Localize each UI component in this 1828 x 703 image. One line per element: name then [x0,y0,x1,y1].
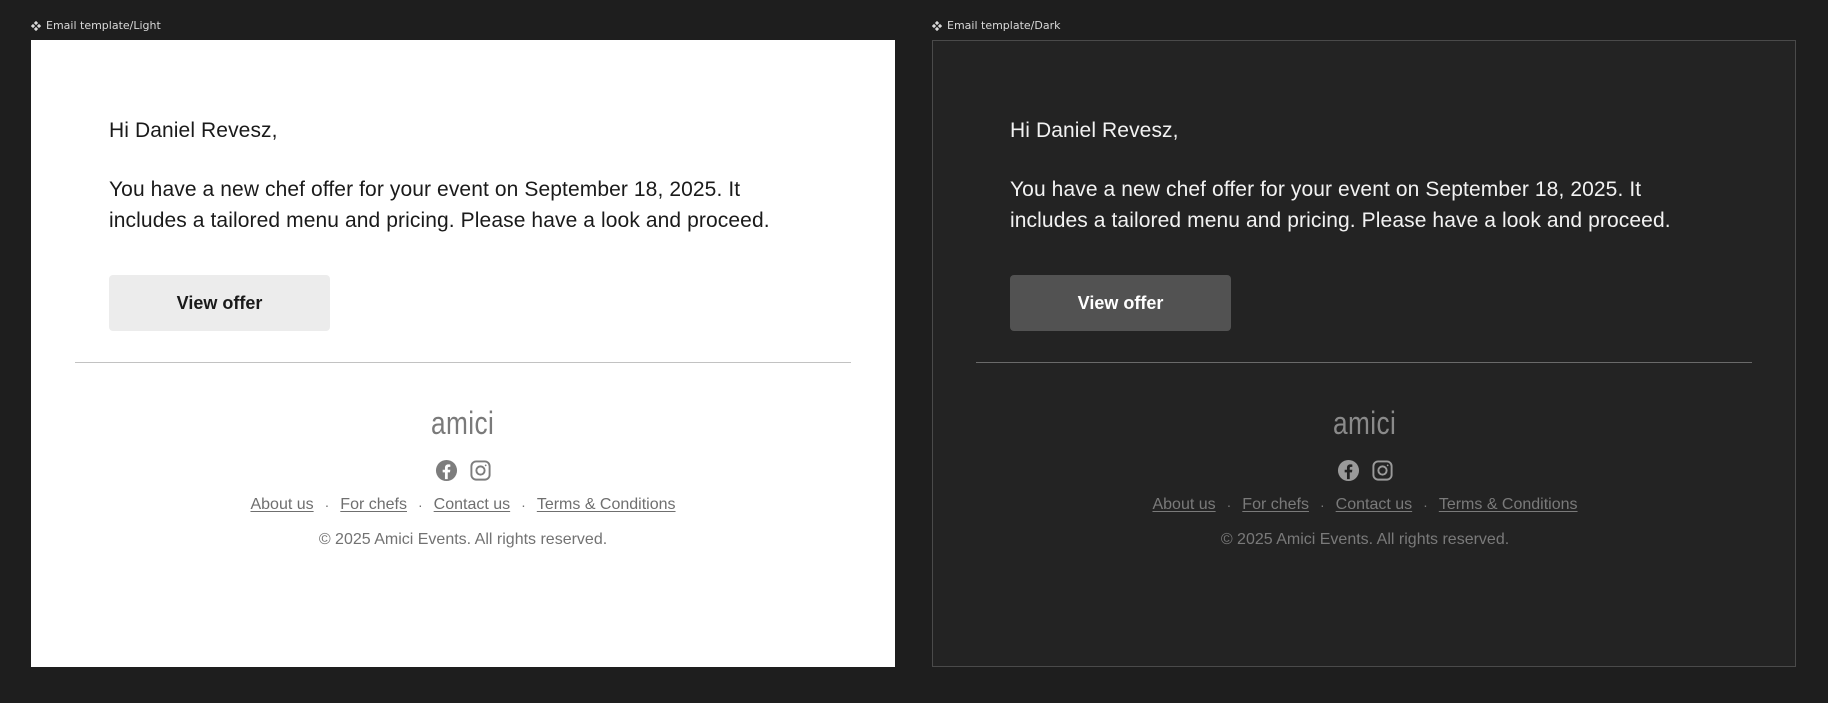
social-links [933,459,1797,482]
link-separator: · [1226,497,1232,513]
link-for-chefs[interactable]: For chefs [340,496,407,514]
link-separator: · [1423,497,1428,513]
divider [75,362,851,363]
component-icon [31,20,41,31]
email-body: Hi Daniel Revesz, You have a new chef of… [109,118,809,236]
message-text: You have a new chef offer for your event… [109,178,770,232]
link-terms[interactable]: Terms & Conditions [1439,496,1578,514]
link-contact-us[interactable]: Contact us [434,496,510,514]
view-offer-button[interactable]: View offer [1010,275,1231,331]
greeting-text: Hi Daniel Revesz, [1010,119,1179,142]
divider [976,362,1752,363]
instagram-icon[interactable] [469,459,492,482]
copyright-text: © 2025 Amici Events. All rights reserved… [1220,531,1510,548]
email-footer: amici About us · For chefs · Contact us … [31,405,895,549]
email-frame-light: Hi Daniel Revesz, You have a new chef of… [31,40,895,667]
greeting-text: Hi Daniel Revesz, [109,119,278,142]
email-footer: amici About us · For chefs · Contact us … [933,405,1797,549]
component-icon [932,20,942,31]
frame-label-text: Email template/Dark [947,19,1061,32]
social-links [31,459,895,482]
link-separator: · [521,497,526,513]
amici-logo: amici [1333,405,1397,441]
message-text: You have a new chef offer for your event… [1010,178,1671,232]
facebook-icon[interactable] [435,459,458,482]
email-body: Hi Daniel Revesz, You have a new chef of… [1010,118,1710,236]
link-contact-us[interactable]: Contact us [1336,496,1412,514]
copyright-text: © 2025 Amici Events. All rights reserved… [318,531,608,548]
frame-label-text: Email template/Light [46,19,161,32]
frame-label-dark[interactable]: Email template/Dark [932,19,1060,32]
email-frame-dark: Hi Daniel Revesz, You have a new chef of… [932,40,1796,667]
link-separator: · [1319,497,1325,513]
frame-label-light[interactable]: Email template/Light [31,19,161,32]
link-about-us[interactable]: About us [250,496,313,514]
link-for-chefs[interactable]: For chefs [1242,496,1309,514]
footer-links: About us · For chefs · Contact us · Term… [31,496,895,514]
facebook-icon[interactable] [1337,459,1360,482]
view-offer-button[interactable]: View offer [109,275,330,331]
amici-logo: amici [431,405,495,441]
instagram-icon[interactable] [1371,459,1394,482]
link-separator: · [324,497,330,513]
link-separator: · [417,497,423,513]
footer-links: About us · For chefs · Contact us · Term… [933,496,1797,514]
link-terms[interactable]: Terms & Conditions [537,496,676,514]
link-about-us[interactable]: About us [1152,496,1215,514]
